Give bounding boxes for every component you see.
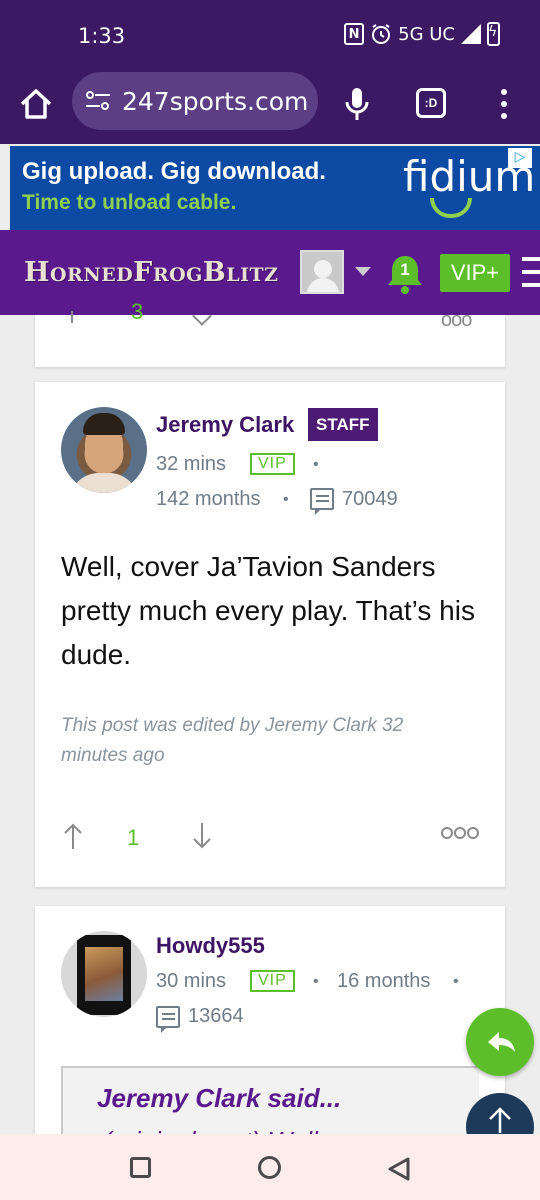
status-bar: 1:33 N 5G UC — [0, 0, 540, 68]
home-icon[interactable] — [18, 86, 54, 122]
mic-icon[interactable] — [343, 86, 371, 122]
tabs-icon[interactable]: :D — [416, 88, 446, 118]
status-icons: N 5G UC — [344, 22, 500, 46]
post-card: Jeremy Clark STAFF 32 mins VIP • 142 mon… — [35, 382, 505, 887]
reply-button[interactable] — [466, 1008, 534, 1076]
comment-count-icon — [156, 1006, 180, 1033]
upvote-icon[interactable] — [71, 311, 73, 323]
hamburger-menu-icon[interactable] — [522, 257, 540, 287]
ad-subline[interactable]: Time to unload cable. — [22, 191, 236, 215]
site-header: HornedFrogBlitz 1 VIP+ — [0, 230, 540, 315]
post-time[interactable]: 32 mins — [156, 453, 226, 476]
author-avatar[interactable] — [61, 931, 147, 1017]
separator-dot: • — [283, 491, 289, 508]
author-name[interactable]: Howdy555 — [156, 933, 265, 959]
downvote-icon[interactable] — [192, 822, 212, 850]
comment-count-icon — [310, 488, 334, 515]
author-name[interactable]: Jeremy Clark — [156, 412, 294, 438]
post-card-previous: 3 ooo — [35, 299, 505, 367]
network-label: 5G UC — [398, 23, 455, 45]
staff-badge: STAFF — [308, 408, 378, 441]
battery-charging-icon — [487, 22, 500, 46]
nfc-icon: N — [344, 23, 365, 45]
vote-count: 1 — [127, 825, 140, 850]
address-bar[interactable]: 247sports.com — [72, 72, 318, 130]
browser-toolbar: 247sports.com :D — [0, 68, 540, 144]
adchoices-icon[interactable]: ▷ — [508, 148, 532, 168]
home-button[interactable] — [258, 1156, 281, 1179]
post-time[interactable]: 30 mins — [156, 970, 226, 993]
more-options-icon[interactable] — [441, 827, 479, 839]
arrow-up-icon — [489, 1107, 511, 1133]
post-count: 70049 — [342, 488, 398, 510]
site-logo[interactable]: HornedFrogBlitz — [24, 257, 279, 288]
vip-plus-button[interactable]: VIP+ — [440, 254, 510, 292]
reply-icon — [488, 1032, 515, 1052]
url-text[interactable]: 247sports.com — [122, 87, 308, 116]
quote-header[interactable]: Jeremy Clark said... — [97, 1083, 341, 1114]
post-body: Well, cover Ja’Tavion Sanders pretty muc… — [61, 551, 475, 670]
back-button[interactable] — [385, 1155, 413, 1183]
more-options-icon[interactable]: ooo — [441, 309, 472, 332]
user-avatar[interactable] — [300, 250, 344, 294]
upvote-icon[interactable] — [63, 822, 83, 850]
ad-headline[interactable]: Gig upload. Gig download. — [22, 158, 326, 186]
post-count: 13664 — [188, 1005, 244, 1027]
post-card-next: Howdy555 30 mins VIP • 16 months • 13664… — [35, 906, 505, 1166]
ad-brand-smile — [430, 198, 472, 218]
alarm-icon — [372, 24, 391, 44]
notification-count: 1 — [400, 260, 410, 279]
clock: 1:33 — [78, 24, 126, 48]
chevron-down-icon[interactable] — [355, 267, 371, 276]
separator-dot: • — [453, 973, 459, 990]
separator-dot: • — [313, 456, 319, 473]
vip-badge: VIP — [250, 970, 295, 992]
site-settings-icon[interactable] — [84, 90, 112, 112]
membership-length: 142 months — [156, 488, 261, 510]
vip-badge: VIP — [250, 453, 295, 475]
menu-icon[interactable] — [494, 86, 514, 122]
separator-dot: • — [313, 973, 319, 990]
vote-count: 3 — [131, 299, 144, 324]
notification-bell-icon[interactable]: 1 — [386, 254, 424, 294]
system-nav-bar — [0, 1134, 540, 1200]
author-avatar[interactable] — [61, 407, 147, 493]
edited-note: This post was edited by Jeremy Clark 32 … — [61, 715, 404, 766]
signal-icon — [461, 24, 481, 44]
membership-length: 16 months — [337, 970, 431, 992]
recents-button[interactable] — [130, 1157, 151, 1178]
ad-banner[interactable]: Gig upload. Gig download. Time to unload… — [10, 146, 540, 230]
